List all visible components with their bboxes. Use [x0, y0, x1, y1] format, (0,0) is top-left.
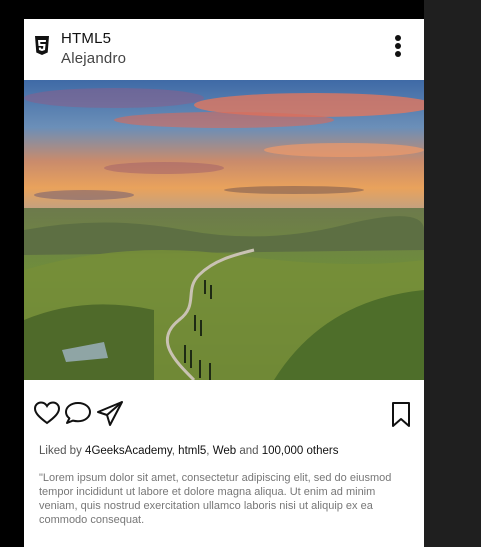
- liked-user-link[interactable]: html5: [178, 445, 206, 457]
- liked-separator: ,: [206, 445, 210, 457]
- post-image: [24, 80, 424, 380]
- liked-user-link[interactable]: Web: [213, 445, 236, 457]
- comment-icon[interactable]: [64, 401, 92, 425]
- heart-icon[interactable]: [34, 401, 60, 425]
- post-author: Alejandro: [61, 50, 127, 67]
- liked-prefix: Liked by: [39, 445, 82, 457]
- paper-plane-icon[interactable]: [96, 401, 124, 427]
- post-card: HTML5 Alejandro Liked by 4GeeksAcademy, …: [24, 19, 424, 547]
- liked-user-link[interactable]: 4GeeksAcademy: [85, 445, 172, 457]
- vertical-dots-icon[interactable]: [394, 35, 402, 59]
- post-caption: "Lorem ipsum dolor sit amet, consectetur…: [39, 472, 392, 526]
- liked-count-link[interactable]: 100,000 others: [262, 445, 339, 457]
- likes-summary: Liked by 4GeeksAcademy, html5, Web and 1…: [39, 445, 338, 457]
- post-title: HTML5: [61, 30, 112, 47]
- liked-and: and: [239, 445, 259, 457]
- liked-separator: ,: [171, 445, 175, 457]
- post-header: HTML5 Alejandro: [24, 19, 424, 80]
- post-actions: [24, 401, 424, 433]
- html5-icon: [35, 36, 49, 55]
- side-panel: [424, 0, 481, 547]
- bookmark-icon[interactable]: [391, 402, 411, 428]
